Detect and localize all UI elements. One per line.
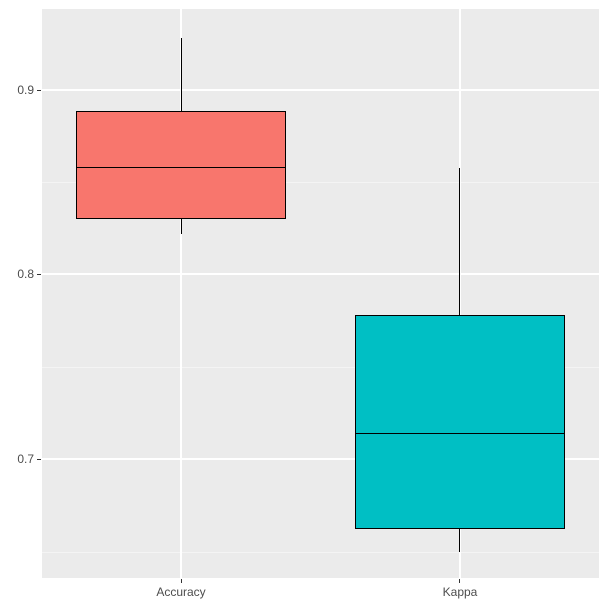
box-accuracy <box>76 111 286 219</box>
whisker-upper <box>459 168 460 316</box>
grid-minor <box>42 552 599 553</box>
grid-major <box>42 89 599 91</box>
grid-major <box>42 273 599 275</box>
y-axis: 0.9 0.8 0.7 <box>0 0 34 604</box>
box-kappa <box>355 315 565 529</box>
y-tick-label: 0.7 <box>0 452 34 466</box>
y-tick-label: 0.9 <box>0 83 34 97</box>
whisker-lower <box>181 219 182 234</box>
y-tick-mark <box>37 274 41 275</box>
x-tick-mark <box>181 579 182 583</box>
whisker-lower <box>459 529 460 552</box>
x-tick-label: Kappa <box>443 585 478 599</box>
y-tick-mark <box>37 459 41 460</box>
x-tick-mark <box>459 579 460 583</box>
y-tick-mark <box>37 90 41 91</box>
whisker-upper <box>181 38 182 112</box>
median-accuracy <box>76 167 286 168</box>
boxplot-chart: 0.9 0.8 0.7 Accuracy Kappa <box>0 0 604 604</box>
x-tick-label: Accuracy <box>156 585 205 599</box>
y-tick-label: 0.8 <box>0 267 34 281</box>
median-kappa <box>355 433 565 434</box>
